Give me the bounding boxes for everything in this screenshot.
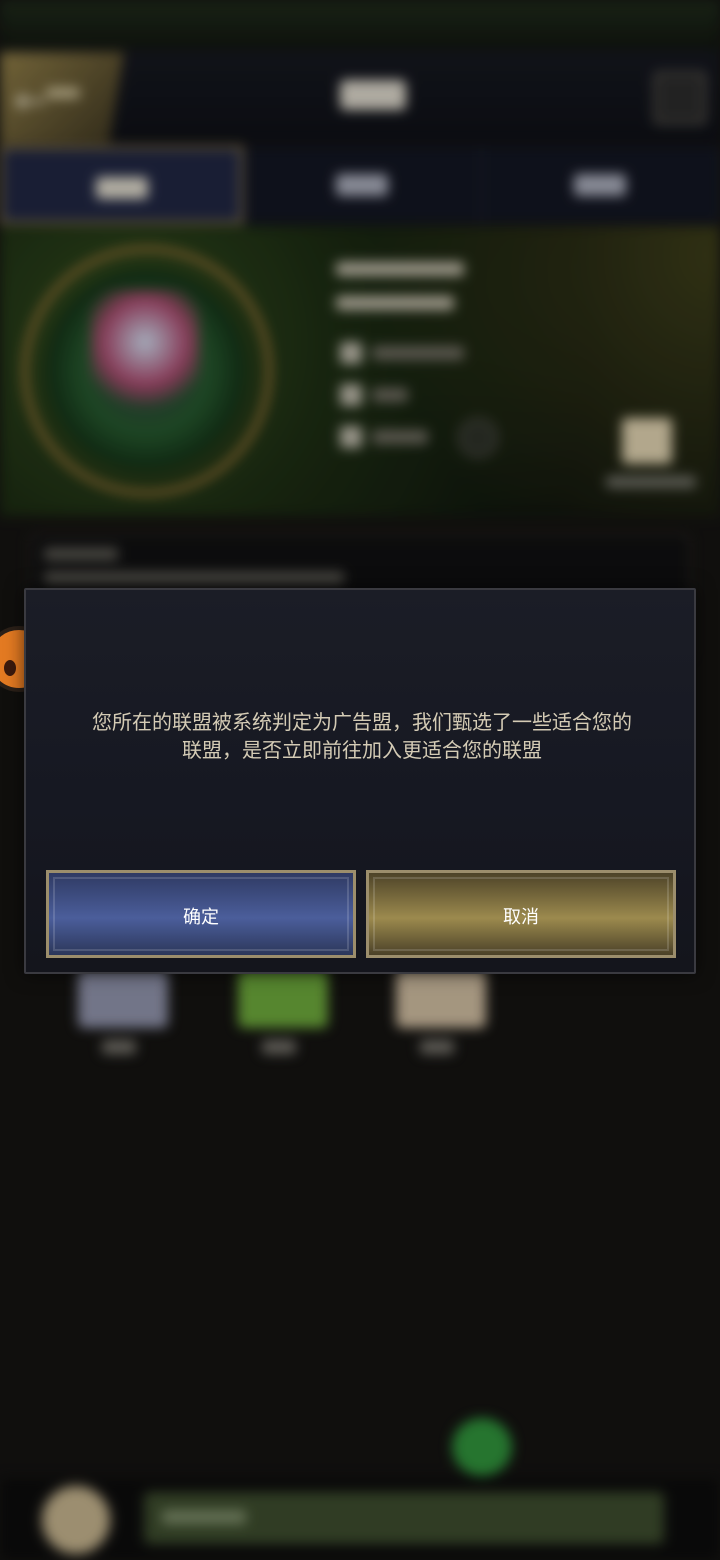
mascot-eye [4,660,16,676]
ad-alliance-dialog: 您所在的联盟被系统判定为广告盟，我们甄选了一些适合您的联盟，是否立即前往加入更适… [24,588,696,974]
confirm-button[interactable]: 确定 [46,870,356,958]
dialog-message: 您所在的联盟被系统判定为广告盟，我们甄选了一些适合您的联盟，是否立即前往加入更适… [92,710,632,762]
confirm-label: 确定 [183,907,219,928]
cancel-label: 取消 [503,907,539,928]
cancel-button[interactable]: 取消 [366,870,676,958]
